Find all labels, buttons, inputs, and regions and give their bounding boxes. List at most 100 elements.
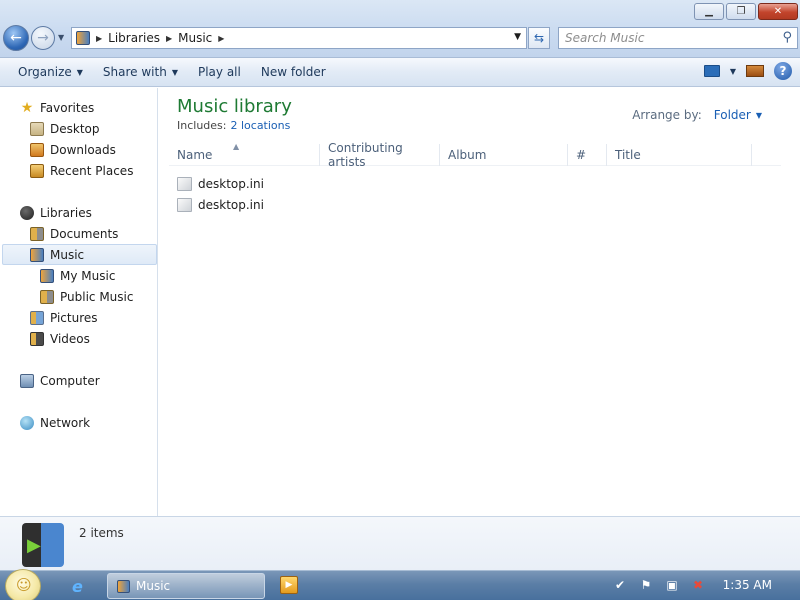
address-bar[interactable]: ▶ Libraries ▶ Music ▶ ▼ (71, 27, 527, 49)
chevron-down-icon: ▼ (76, 67, 83, 77)
videos-library-icon (30, 331, 44, 346)
nav-item-computer[interactable]: Computer (20, 370, 100, 391)
start-button[interactable] (5, 569, 41, 600)
network-status-icon[interactable]: ▣ (664, 577, 680, 593)
nav-item-desktop[interactable]: Desktop (30, 118, 100, 139)
column-header-number[interactable]: # (568, 144, 607, 166)
security-shield-icon[interactable]: ✔ (612, 577, 628, 593)
nav-item-label: Videos (50, 331, 90, 346)
computer-icon (20, 373, 34, 388)
arrange-by-label: Arrange by: (632, 108, 702, 122)
forward-arrow-icon: → (37, 30, 49, 46)
file-row[interactable]: desktop.ini (177, 174, 264, 194)
clock[interactable]: 1:35 AM (723, 578, 772, 592)
nav-item-pictures[interactable]: Pictures (30, 307, 98, 328)
preview-pane-icon[interactable] (746, 65, 764, 77)
nav-item-label: Documents (50, 226, 119, 241)
back-button[interactable]: ← (3, 25, 29, 51)
nav-item-videos[interactable]: Videos (30, 328, 90, 349)
view-controls: ▼ ? (703, 62, 792, 80)
file-icon (177, 177, 192, 191)
new-folder-label: New folder (260, 65, 326, 79)
nav-item-label: Downloads (50, 142, 116, 157)
nav-item-recent-places[interactable]: Recent Places (30, 160, 133, 181)
close-button[interactable]: ✕ (758, 3, 798, 20)
sort-ascending-icon: ▲ (233, 142, 240, 151)
nav-item-documents[interactable]: Documents (30, 223, 118, 244)
search-icon[interactable]: ⚲ (782, 30, 792, 45)
nav-item-label: Network (40, 415, 91, 430)
refresh-icon: ⇆ (533, 31, 545, 45)
nav-item-libraries[interactable]: Libraries (20, 202, 92, 223)
breadcrumb-separator-icon[interactable]: ▶ (166, 34, 172, 43)
item-count: 2 items (79, 526, 124, 540)
column-header-title[interactable]: Title (607, 144, 752, 166)
arrange-by: Arrange by: Folder ▼ (632, 108, 762, 122)
nav-item-network[interactable]: Network (20, 412, 90, 433)
play-all-label: Play all (197, 65, 241, 79)
music-library-icon (76, 31, 90, 45)
column-header-name[interactable]: ▲ Name (169, 142, 320, 166)
view-options-dropdown-icon[interactable]: ▼ (730, 67, 736, 76)
library-header: Music library Includes: 2 locations (177, 96, 292, 132)
music-library-icon (30, 247, 44, 262)
action-center-flag-icon[interactable]: ⚑ (638, 577, 654, 593)
file-name: desktop.ini (198, 177, 264, 191)
address-dropdown-icon[interactable]: ▼ (514, 32, 521, 42)
breadcrumb-music[interactable]: Music (178, 31, 212, 45)
nav-item-public-music[interactable]: Public Music (40, 286, 133, 307)
arrange-by-dropdown[interactable]: Folder ▼ (714, 108, 762, 122)
pictures-library-icon (30, 310, 44, 325)
play-all-button[interactable]: Play all (188, 65, 251, 79)
file-row[interactable]: desktop.ini (177, 195, 264, 215)
nav-item-favorites[interactable]: ★ Favorites (20, 97, 95, 118)
search-box[interactable]: ⚲ (558, 27, 798, 49)
breadcrumb-libraries[interactable]: Libraries (108, 31, 160, 45)
downloads-icon (30, 142, 44, 157)
nav-item-downloads[interactable]: Downloads (30, 139, 116, 160)
music-library-large-icon (22, 523, 64, 567)
help-icon[interactable]: ? (774, 62, 792, 80)
file-icon (177, 198, 192, 212)
details-pane: 2 items (0, 516, 800, 570)
includes-label: Includes: (177, 119, 227, 132)
minimize-button[interactable]: ▁ (694, 3, 724, 20)
new-folder-button[interactable]: New folder (251, 65, 336, 79)
my-music-icon (40, 268, 54, 283)
libraries-icon (20, 205, 34, 220)
change-view-icon[interactable] (703, 65, 720, 77)
nav-item-music[interactable]: Music (2, 244, 157, 265)
volume-muted-icon[interactable]: ✖ (690, 577, 706, 593)
column-header-contributing-artists[interactable]: Contributing artists (320, 141, 440, 169)
locations-link[interactable]: 2 locations (230, 119, 290, 132)
maximize-button[interactable]: ❐ (726, 3, 756, 20)
breadcrumb-separator-icon[interactable]: ▶ (96, 34, 102, 43)
refresh-button[interactable]: ⇆ (528, 27, 550, 49)
column-header-album[interactable]: Album (440, 144, 568, 166)
recent-pages-dropdown[interactable]: ▼ (58, 33, 64, 42)
column-header-label: Name (177, 148, 213, 162)
column-header-label: # (576, 148, 587, 162)
title-bar: ▁ ❐ ✕ ← → ▼ ▶ Libraries ▶ Music ▶ ▼ ⇆ ⚲ (0, 0, 800, 58)
back-arrow-icon: ← (10, 30, 22, 46)
chevron-down-icon: ▼ (755, 110, 762, 120)
taskbar-item-music[interactable]: Music (107, 573, 265, 599)
arrange-by-value: Folder (713, 108, 751, 122)
column-headers: ▲ Name Contributing artists Album # Titl… (169, 141, 781, 169)
nav-item-my-music[interactable]: My Music (40, 265, 115, 286)
internet-explorer-icon[interactable]: e (72, 577, 90, 596)
nav-item-label: Pictures (50, 310, 98, 325)
organize-menu[interactable]: Organize ▼ (8, 65, 93, 79)
nav-item-label: Desktop (50, 121, 100, 136)
breadcrumb-separator-icon[interactable]: ▶ (218, 34, 224, 43)
search-input[interactable] (565, 31, 765, 45)
documents-library-icon (30, 226, 44, 241)
forward-button[interactable]: → (31, 26, 55, 50)
file-list-pane: Music library Includes: 2 locations Arran… (159, 88, 800, 516)
media-player-icon[interactable]: ▶ (280, 576, 298, 594)
recent-places-icon (30, 163, 44, 178)
network-icon (20, 415, 34, 430)
nav-item-label: My Music (60, 268, 116, 283)
share-with-menu[interactable]: Share with ▼ (93, 65, 188, 79)
command-bar: Organize ▼ Share with ▼ Play all New folde… (0, 58, 800, 87)
